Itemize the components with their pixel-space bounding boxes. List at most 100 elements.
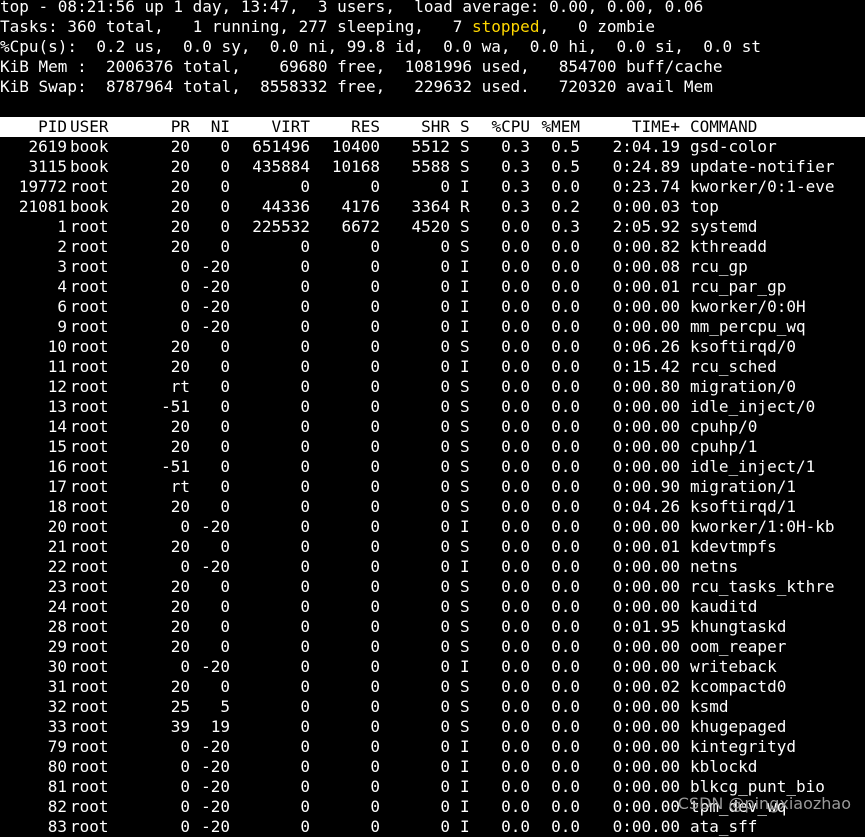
- process-row: 33 root 39 19 0 0 0 S 0.0 0.0 0:00.00 khugepaged: [0, 717, 865, 737]
- process-time: 0:00.00: [612, 657, 680, 676]
- process-mem: 0.0: [551, 437, 580, 456]
- process-user: root: [70, 777, 109, 796]
- process-ni: 5: [220, 697, 230, 716]
- process-ni: 0: [220, 377, 230, 396]
- process-cpu: 0.0: [501, 537, 530, 556]
- process-table-header: PID USER PR NI VIRT RES SHR S %CPU %MEM …: [0, 117, 865, 137]
- process-ni: -20: [201, 657, 230, 676]
- process-pr: 20: [170, 637, 190, 656]
- process-time: 0:00.00: [612, 557, 680, 576]
- process-user: root: [70, 617, 109, 636]
- process-ni: -20: [201, 797, 230, 816]
- process-cpu: 0.0: [501, 237, 530, 256]
- process-row: 21 root 20 0 0 0 0 S 0.0 0.0 0:00.01 kdevtmpfs: [0, 537, 865, 557]
- process-shr: 5588: [411, 157, 450, 176]
- process-pid: 4: [57, 277, 67, 296]
- process-user: root: [70, 537, 109, 556]
- process-time: 0:00.00: [612, 297, 680, 316]
- process-ni: 0: [220, 217, 230, 236]
- process-shr: 0: [440, 457, 450, 476]
- process-pid: 28: [47, 617, 67, 636]
- process-pr: 0: [180, 817, 190, 836]
- process-ni: -20: [201, 297, 230, 316]
- process-command: kblockd: [690, 757, 758, 776]
- process-cpu: 0.3: [501, 177, 530, 196]
- process-res: 0: [370, 577, 380, 596]
- process-pid: 3: [57, 257, 67, 276]
- process-res: 0: [370, 517, 380, 536]
- process-row: 19772 root 20 0 0 0 0 I 0.3 0.0 0:23.74 kworker/0:1…: [0, 177, 865, 197]
- process-shr: 0: [440, 237, 450, 256]
- process-pid: 80: [47, 757, 67, 776]
- process-user: root: [70, 657, 109, 676]
- process-time: 0:00.00: [612, 777, 680, 796]
- process-mem: 0.3: [551, 217, 580, 236]
- process-ni: -20: [201, 817, 230, 836]
- process-command: idle_inject/1: [690, 457, 816, 476]
- process-state: I: [460, 277, 470, 296]
- process-command: systemd: [690, 217, 758, 236]
- process-cpu: 0.0: [501, 357, 530, 376]
- process-res: 10400: [331, 137, 380, 156]
- process-state: S: [460, 217, 470, 236]
- process-user: root: [70, 457, 109, 476]
- process-state: I: [460, 317, 470, 336]
- process-pid: 12: [47, 377, 67, 396]
- process-ni: 0: [220, 397, 230, 416]
- process-row: 83 root 0 -20 0 0 0 I 0.0 0.0 0:00.00 ata_sff: [0, 817, 865, 837]
- process-command: rcu_tasks_kthre: [690, 577, 835, 596]
- process-cpu: 0.0: [501, 737, 530, 756]
- process-virt: 0: [300, 657, 310, 676]
- process-res: 0: [370, 737, 380, 756]
- process-pid: 82: [47, 797, 67, 816]
- process-row: 24 root 20 0 0 0 0 S 0.0 0.0 0:00.00 kauditd: [0, 597, 865, 617]
- process-shr: 0: [440, 337, 450, 356]
- process-pid: 2: [57, 237, 67, 256]
- process-cpu: 0.0: [501, 657, 530, 676]
- process-user: root: [70, 417, 109, 436]
- process-mem: 0.0: [551, 337, 580, 356]
- process-res: 0: [370, 377, 380, 396]
- process-cpu: 0.0: [501, 717, 530, 736]
- process-time: 0:24.89: [612, 157, 680, 176]
- process-state: S: [460, 157, 470, 176]
- process-user: root: [70, 357, 109, 376]
- process-virt: 651496: [252, 137, 310, 156]
- process-state: I: [460, 257, 470, 276]
- process-pr: 20: [170, 357, 190, 376]
- col-shr: SHR: [421, 117, 450, 136]
- process-command: writeback: [690, 657, 777, 676]
- process-cpu: 0.0: [501, 617, 530, 636]
- process-pr: 0: [180, 297, 190, 316]
- process-command: ksmd: [690, 697, 729, 716]
- process-row: 3 root 0 -20 0 0 0 I 0.0 0.0 0:00.08 rcu_gp: [0, 257, 865, 277]
- process-shr: 0: [440, 517, 450, 536]
- process-user: root: [70, 697, 109, 716]
- mem-line: KiB Mem : 2006376 total, 69680 free, 108…: [0, 57, 723, 76]
- process-res: 0: [370, 297, 380, 316]
- process-user: root: [70, 177, 109, 196]
- process-pr: 20: [170, 137, 190, 156]
- process-virt: 0: [300, 517, 310, 536]
- process-pid: 30: [47, 657, 67, 676]
- process-virt: 0: [300, 397, 310, 416]
- process-cpu: 0.0: [501, 297, 530, 316]
- process-state: S: [460, 537, 470, 556]
- process-row: 79 root 0 -20 0 0 0 I 0.0 0.0 0:00.00 kintegrityd: [0, 737, 865, 757]
- process-cpu: 0.0: [501, 457, 530, 476]
- process-command: gsd-color: [690, 137, 777, 156]
- process-ni: 0: [220, 597, 230, 616]
- process-cpu: 0.0: [501, 477, 530, 496]
- process-time: 0:04.26: [612, 497, 680, 516]
- process-row: 12 root rt 0 0 0 0 S 0.0 0.0 0:00.80 migration/0: [0, 377, 865, 397]
- process-res: 0: [370, 597, 380, 616]
- process-shr: 0: [440, 597, 450, 616]
- process-command: rcu_gp: [690, 257, 748, 276]
- process-state: I: [460, 657, 470, 676]
- process-mem: 0.0: [551, 257, 580, 276]
- process-time: 0:00.90: [612, 477, 680, 496]
- process-row: 17 root rt 0 0 0 0 S 0.0 0.0 0:00.90 migration/1: [0, 477, 865, 497]
- process-mem: 0.0: [551, 817, 580, 836]
- process-res: 0: [370, 257, 380, 276]
- process-user: root: [70, 737, 109, 756]
